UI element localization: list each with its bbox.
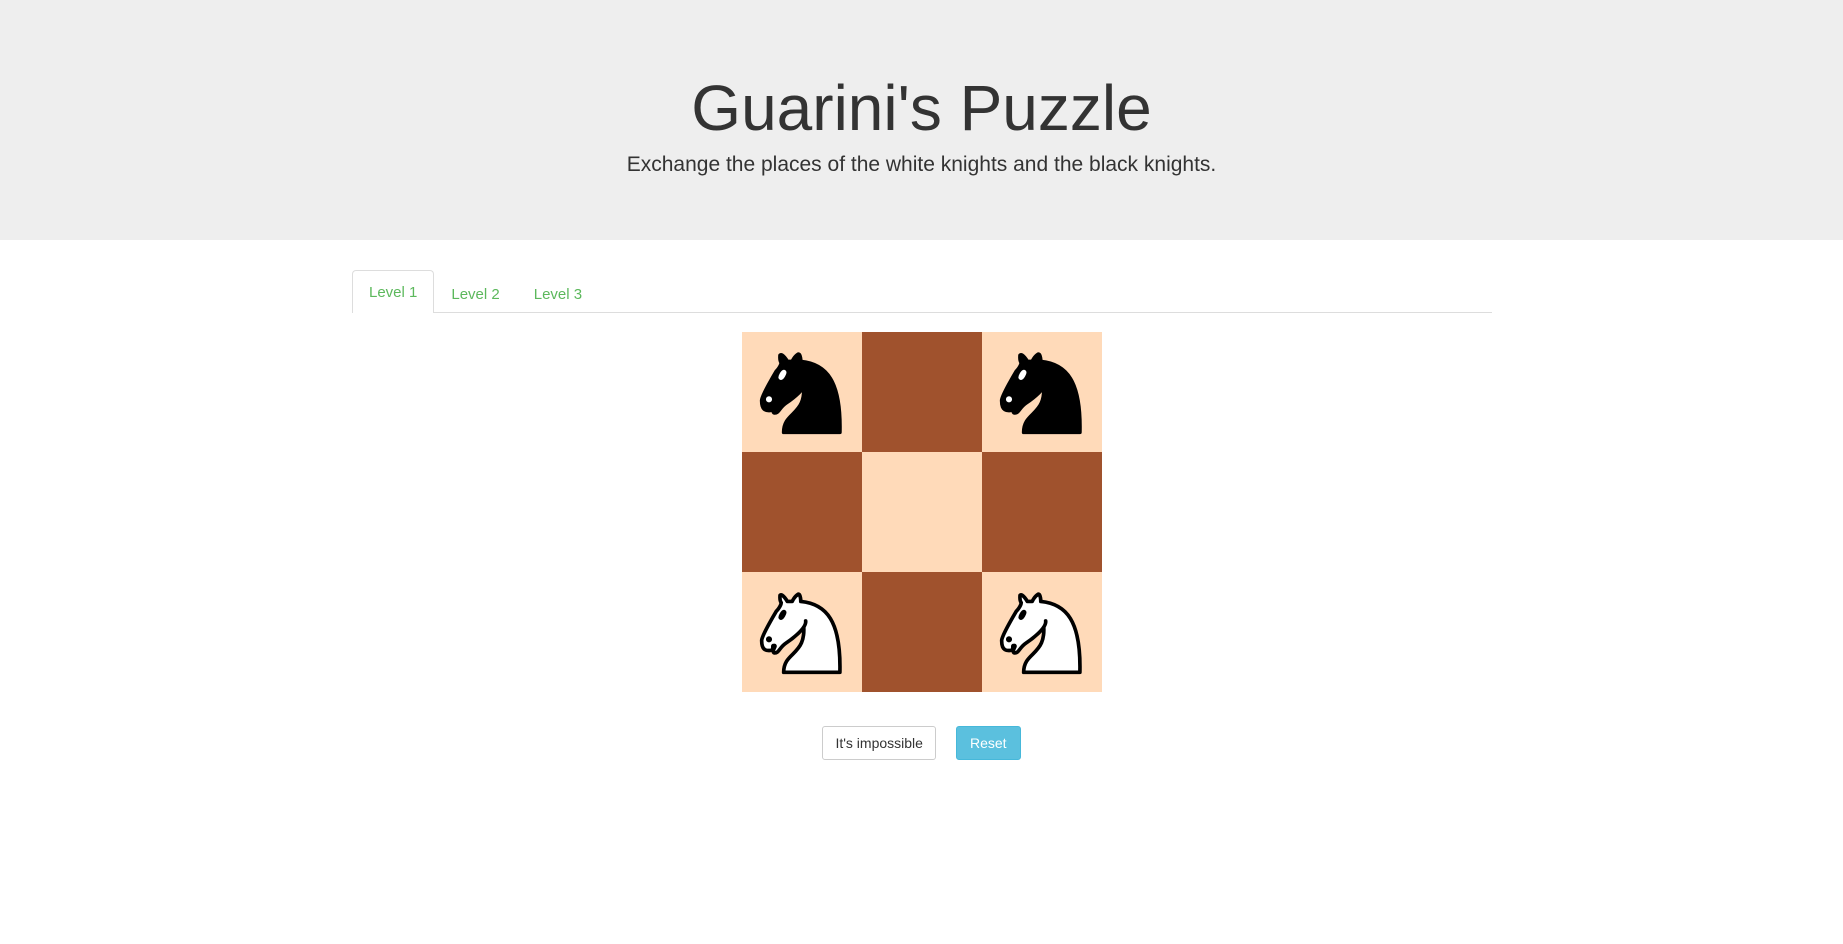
board-square-r1-c1[interactable]	[742, 332, 862, 452]
board-square-r3-c1[interactable]	[742, 572, 862, 692]
black-knight-icon	[759, 352, 842, 435]
board-square-r1-c2[interactable]	[862, 332, 982, 452]
chess-board	[742, 332, 1102, 692]
board-square-r2-c1[interactable]	[742, 452, 862, 572]
tab-level-2[interactable]: Level 2	[434, 272, 516, 313]
white-knight-icon	[759, 592, 842, 675]
board-square-r2-c2[interactable]	[862, 452, 982, 572]
page-title: Guarini's Puzzle	[691, 72, 1152, 144]
black-knight-icon	[999, 352, 1082, 435]
white-knight-icon	[999, 592, 1082, 675]
impossible-button[interactable]: It's impossible	[822, 726, 936, 760]
board-square-r2-c3[interactable]	[982, 452, 1102, 572]
action-buttons: It's impossible Reset	[0, 726, 1843, 760]
tab-level-3[interactable]: Level 3	[517, 272, 599, 313]
level-tabs: Level 1 Level 2 Level 3	[352, 270, 1492, 313]
header-banner: Guarini's Puzzle Exchange the places of …	[0, 0, 1843, 240]
page-subtitle: Exchange the places of the white knights…	[626, 153, 1217, 176]
board-square-r3-c3[interactable]	[982, 572, 1102, 692]
tab-level-1[interactable]: Level 1	[352, 270, 435, 313]
board-square-r1-c3[interactable]	[982, 332, 1102, 452]
reset-button[interactable]: Reset	[955, 726, 1021, 760]
board-square-r3-c2[interactable]	[862, 572, 982, 692]
